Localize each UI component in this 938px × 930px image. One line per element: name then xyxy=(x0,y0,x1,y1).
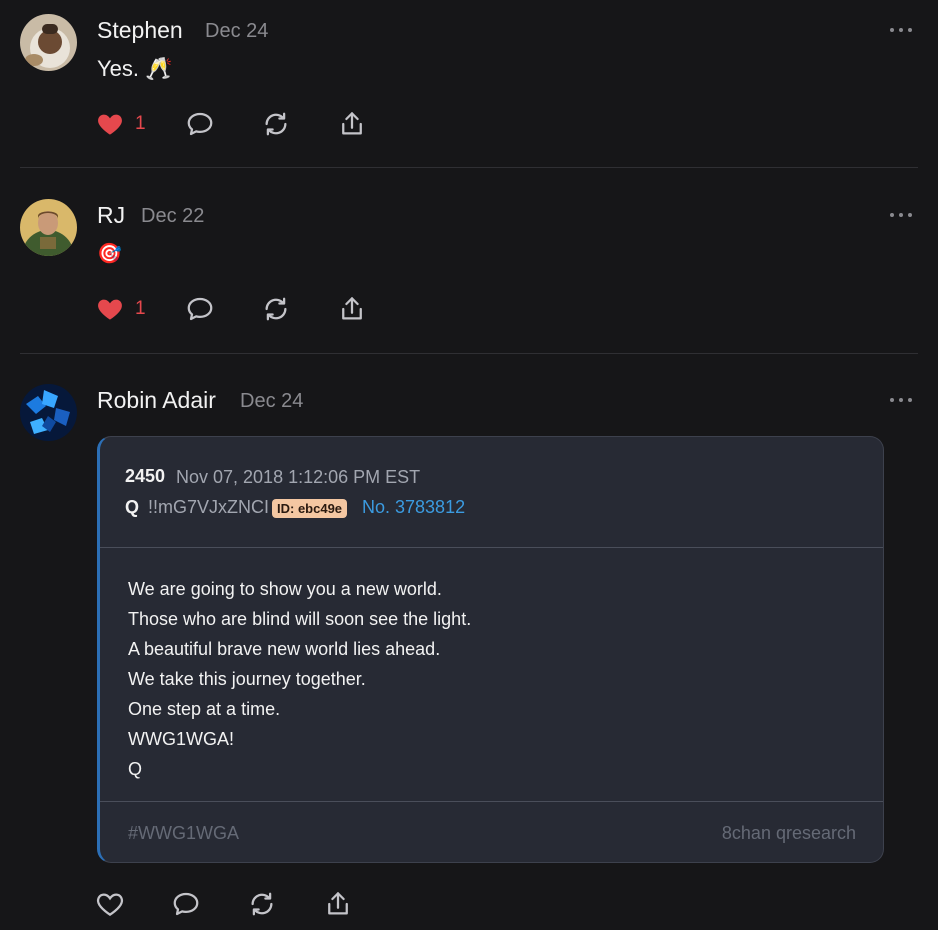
drop-datetime: Nov 07, 2018 1:12:06 PM EST xyxy=(176,467,421,487)
drop-author: Q xyxy=(125,497,140,517)
message-line: One step at a time. xyxy=(128,699,281,719)
drop-number: 2450 xyxy=(125,466,166,486)
post-date[interactable]: Dec 22 xyxy=(141,205,204,228)
author-name[interactable]: RJ xyxy=(97,202,125,229)
repost-button[interactable] xyxy=(261,108,291,140)
more-icon[interactable] xyxy=(889,395,915,405)
share-icon xyxy=(337,109,367,139)
author-name[interactable]: Stephen xyxy=(97,17,183,44)
message-line: A beautiful brave new world lies ahead. xyxy=(128,639,441,659)
message-line: Q xyxy=(128,759,143,779)
heart-icon xyxy=(95,109,125,139)
source-label: 8chan qresearch xyxy=(721,823,856,843)
post-stephen: Stephen Dec 24 Yes. 🥂 1 xyxy=(0,0,938,168)
post-date[interactable]: Dec 24 xyxy=(205,20,268,43)
repost-icon xyxy=(261,109,291,139)
repost-icon xyxy=(247,889,277,919)
action-bar xyxy=(95,888,395,920)
divider xyxy=(100,547,883,548)
reply-button[interactable] xyxy=(171,888,201,920)
avatar-photo-stephen xyxy=(20,14,77,71)
tripcode: !!mG7VJxZNCI xyxy=(148,497,270,517)
divider xyxy=(100,801,883,802)
reply-icon xyxy=(171,889,201,919)
repost-button[interactable] xyxy=(247,888,277,920)
embedded-q-post-card[interactable]: 2450 Nov 07, 2018 1:12:06 PM EST Q !!mG7… xyxy=(97,436,884,863)
like-count: 1 xyxy=(135,113,146,134)
message-line: Those who are blind will soon see the li… xyxy=(128,609,472,629)
embed-header: 2450 Nov 07, 2018 1:12:06 PM EST Q !!mG7… xyxy=(100,437,883,547)
heart-icon xyxy=(95,889,125,919)
like-button[interactable]: 1 xyxy=(95,293,146,325)
like-button[interactable]: 1 xyxy=(95,108,146,140)
avatar-photo-robin-adair xyxy=(20,384,77,441)
post-date[interactable]: Dec 24 xyxy=(240,390,303,413)
reply-button[interactable] xyxy=(185,293,215,325)
more-icon[interactable] xyxy=(889,25,915,35)
post-number-link[interactable]: No. 3783812 xyxy=(362,497,465,518)
hashtag[interactable]: #WWG1WGA xyxy=(128,823,239,844)
reply-icon xyxy=(185,294,215,324)
like-button[interactable] xyxy=(95,888,125,920)
author-name[interactable]: Robin Adair xyxy=(97,387,216,414)
action-bar: 1 xyxy=(95,108,395,140)
avatar[interactable] xyxy=(20,199,77,256)
message-line: We are going to show you a new world. xyxy=(128,579,442,599)
like-count: 1 xyxy=(135,298,146,319)
avatar[interactable] xyxy=(20,384,77,441)
divider xyxy=(20,353,918,354)
share-icon xyxy=(323,889,353,919)
post-text: Yes. 🥂 xyxy=(97,56,173,81)
divider xyxy=(20,167,918,168)
avatar-photo-rj xyxy=(20,199,77,256)
share-icon xyxy=(337,294,367,324)
drop-message: We are going to show you a new world. Th… xyxy=(128,578,471,788)
share-button[interactable] xyxy=(323,888,353,920)
post-rj: RJ Dec 22 🎯 1 xyxy=(0,185,938,353)
post-text: 🎯 xyxy=(97,243,122,265)
repost-icon xyxy=(261,294,291,324)
repost-button[interactable] xyxy=(261,293,291,325)
more-icon[interactable] xyxy=(889,210,915,220)
action-bar: 1 xyxy=(95,293,395,325)
heart-icon xyxy=(95,294,125,324)
message-line: WWG1WGA! xyxy=(128,729,234,749)
message-line: We take this journey together. xyxy=(128,669,366,689)
share-button[interactable] xyxy=(337,293,367,325)
reply-button[interactable] xyxy=(185,108,215,140)
avatar[interactable] xyxy=(20,14,77,71)
share-button[interactable] xyxy=(337,108,367,140)
post-robin-adair: Robin Adair Dec 24 2450 Nov 07, 2018 1:1… xyxy=(0,370,938,930)
id-badge: ID: ebc49e xyxy=(272,499,348,518)
reply-icon xyxy=(185,109,215,139)
